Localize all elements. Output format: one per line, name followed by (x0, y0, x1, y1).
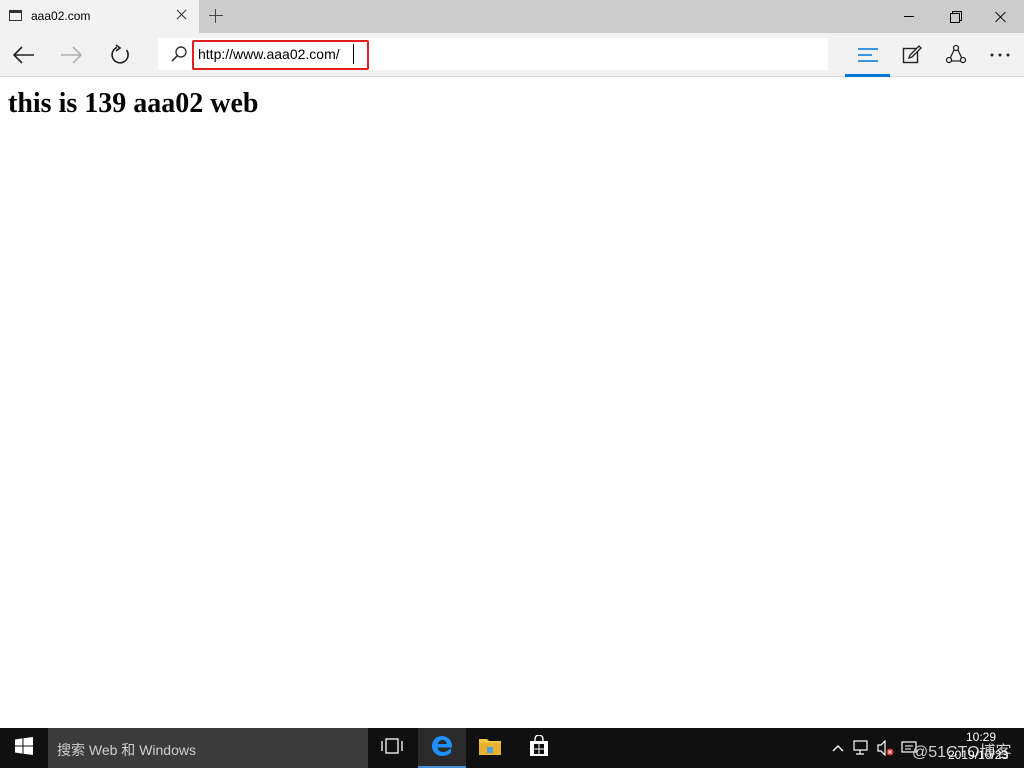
tab-title: aaa02.com (31, 9, 91, 23)
tab-favicon-icon (9, 10, 22, 21)
url-input[interactable] (198, 45, 363, 63)
task-view-button[interactable] (368, 728, 416, 768)
volume-muted-icon[interactable] (876, 738, 896, 758)
taskbar-store-button[interactable] (515, 728, 563, 768)
start-button[interactable] (0, 728, 48, 768)
search-icon (170, 45, 188, 63)
hub-active-indicator (845, 74, 890, 77)
edge-icon (430, 734, 454, 763)
close-window-icon[interactable] (978, 0, 1024, 33)
tab-strip: aaa02.com (0, 0, 1024, 33)
taskbar-search-placeholder: 搜索 Web 和 Windows (57, 742, 196, 758)
back-arrow-icon[interactable] (4, 35, 44, 75)
file-explorer-icon (478, 736, 502, 761)
minimize-icon[interactable] (886, 0, 932, 33)
taskbar-edge-button[interactable] (418, 728, 466, 768)
store-icon (528, 733, 550, 762)
share-icon[interactable] (936, 35, 976, 75)
close-tab-icon[interactable] (173, 6, 191, 24)
taskbar-search-box[interactable]: 搜索 Web 和 Windows (48, 728, 368, 768)
web-note-icon[interactable] (892, 35, 932, 75)
taskbar: 搜索 Web 和 Windows @51CTO博客 10:29 2019/10/… (0, 728, 1024, 768)
new-tab-plus-icon[interactable] (206, 6, 226, 26)
page-heading: this is 139 aaa02 web (8, 88, 259, 119)
web-page-content: this is 139 aaa02 web (0, 78, 1024, 728)
chevron-up-icon[interactable] (830, 738, 846, 758)
clock-date[interactable]: 2019/10/23 (948, 748, 1008, 762)
windows-logo-icon (15, 736, 33, 760)
browser-tab[interactable]: aaa02.com (0, 0, 199, 33)
more-icon[interactable] (980, 35, 1020, 75)
forward-arrow-icon[interactable] (51, 35, 91, 75)
refresh-icon[interactable] (100, 35, 140, 75)
taskbar-explorer-button[interactable] (466, 728, 514, 768)
task-view-icon (381, 737, 403, 759)
clock-time[interactable]: 10:29 (966, 730, 996, 744)
restore-icon[interactable] (932, 0, 978, 33)
text-caret (353, 44, 354, 64)
navigation-bar (0, 33, 1024, 77)
hub-icon[interactable] (848, 35, 888, 75)
address-bar[interactable] (158, 38, 828, 70)
network-icon[interactable] (852, 738, 872, 758)
